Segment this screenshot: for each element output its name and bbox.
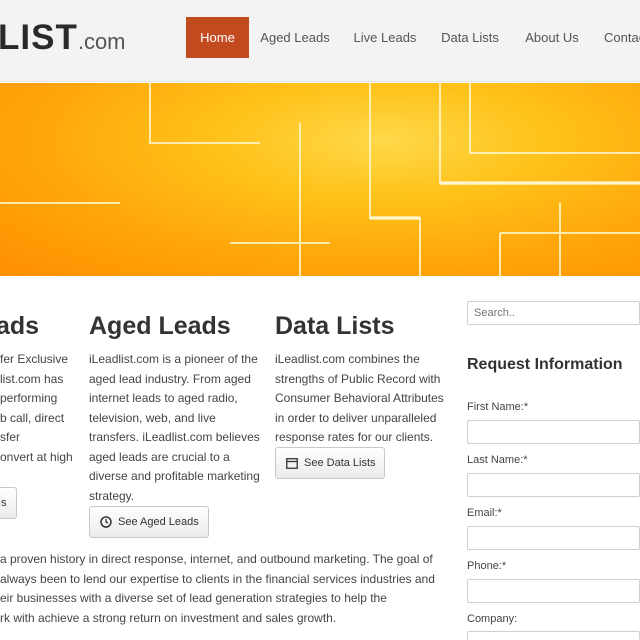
nav-aged-leads[interactable]: Aged Leads [254, 17, 336, 58]
live-leads-title: ads [0, 312, 40, 340]
hero-banner [0, 83, 640, 276]
last-name-field[interactable] [467, 473, 640, 497]
data-lists-text: iLeadlist.com combines the strengths of … [275, 352, 444, 444]
phone-label: Phone:* [467, 560, 507, 572]
nav-home[interactable]: Home [186, 17, 249, 58]
circuit-pattern [0, 83, 640, 276]
logo-suffix-text: .com [77, 29, 126, 54]
see-aged-leads-label: See Aged Leads [118, 516, 199, 528]
about-paragraph: a proven history in direct response, int… [0, 552, 435, 625]
nav-about-us[interactable]: About Us [518, 17, 586, 58]
email-field[interactable] [467, 526, 640, 550]
company-label: Company: [467, 613, 518, 625]
logo-main-text: LIST [0, 18, 78, 57]
first-name-field[interactable] [467, 420, 640, 444]
request-info-title: Request Information [467, 356, 623, 373]
site-header: LIST.com Home Aged Leads Live Leads Data… [0, 0, 640, 82]
search-input[interactable] [467, 301, 640, 325]
nav-live-leads[interactable]: Live Leads [346, 17, 424, 58]
clock-icon [100, 516, 112, 528]
see-data-lists-button[interactable]: See Data Lists [275, 447, 385, 479]
nav-data-lists[interactable]: Data Lists [434, 17, 506, 58]
live-leads-text: fer Exclusive list.com has performing b … [0, 352, 73, 464]
company-field[interactable] [467, 631, 640, 640]
site-logo[interactable]: LIST.com [0, 18, 126, 58]
see-live-leads-button[interactable]: s [0, 487, 17, 519]
see-data-lists-label: See Data Lists [304, 457, 376, 469]
calendar-icon [286, 458, 298, 469]
last-name-label: Last Name:* [467, 454, 528, 466]
aged-leads-title: Aged Leads [89, 312, 231, 340]
nav-contact[interactable]: Contac [604, 17, 640, 58]
data-lists-title: Data Lists [275, 312, 395, 340]
email-label: Email:* [467, 507, 502, 519]
phone-field[interactable] [467, 579, 640, 603]
aged-leads-text: iLeadlist.com is a pioneer of the aged l… [89, 352, 260, 503]
first-name-label: First Name:* [467, 401, 529, 413]
see-aged-leads-button[interactable]: See Aged Leads [89, 506, 209, 538]
